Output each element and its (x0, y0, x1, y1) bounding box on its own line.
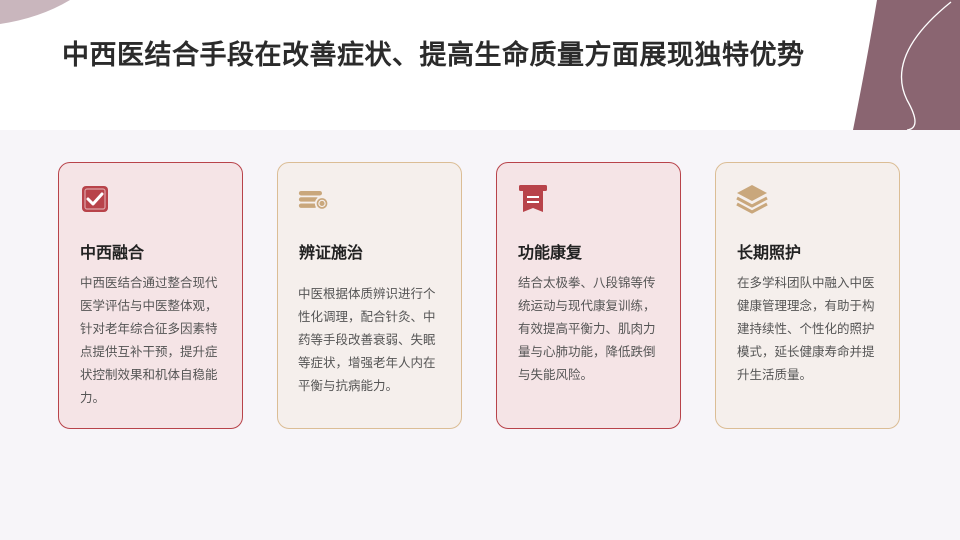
card-rehabilitation: 功能康复 结合太极拳、八段锦等传统运动与现代康复训练，有效提高平衡力、肌肉力量与… (496, 162, 681, 429)
corner-decoration-left (0, 0, 70, 24)
card-description: 在多学科团队中融入中医健康管理理念，有助于构建持续性、个性化的照护模式，延长健康… (737, 275, 875, 382)
card-title: 辨证施治 (299, 243, 364, 262)
card-title: 功能康复 (518, 243, 583, 262)
card-description: 结合太极拳、八段锦等传统运动与现代康复训练，有效提高平衡力、肌肉力量与心肺功能，… (518, 275, 656, 382)
card-integration: 中西融合 中西医结合通过整合现代医学评估与中医整体观，针对老年综合征多因素特点提… (58, 162, 243, 429)
card-title: 中西融合 (80, 243, 145, 262)
card-description: 中西医结合通过整合现代医学评估与中医整体观，针对老年综合征多因素特点提供互补干预… (80, 275, 218, 405)
header-band: 中西医结合手段在改善症状、提高生命质量方面展现独特优势 (0, 0, 960, 130)
coins-icon (298, 191, 330, 211)
slide-title: 中西医结合手段在改善症状、提高生命质量方面展现独特优势 (62, 40, 805, 71)
checkbox-icon (82, 186, 108, 212)
card-long-term-care: 长期照护 在多学科团队中融入中医健康管理理念，有助于构建持续性、个性化的照护模式… (715, 162, 900, 429)
document-icon (519, 185, 547, 212)
layers-icon (736, 185, 768, 214)
card-description: 中医根据体质辨识进行个性化调理，配合针灸、中药等手段改善衰弱、失眠等症状，增强老… (298, 286, 436, 393)
card-syndrome-treatment: 辨证施治 中医根据体质辨识进行个性化调理，配合针灸、中药等手段改善衰弱、失眠等症… (277, 162, 462, 429)
corner-decoration-right (853, 0, 960, 130)
card-title: 长期照护 (737, 243, 802, 262)
